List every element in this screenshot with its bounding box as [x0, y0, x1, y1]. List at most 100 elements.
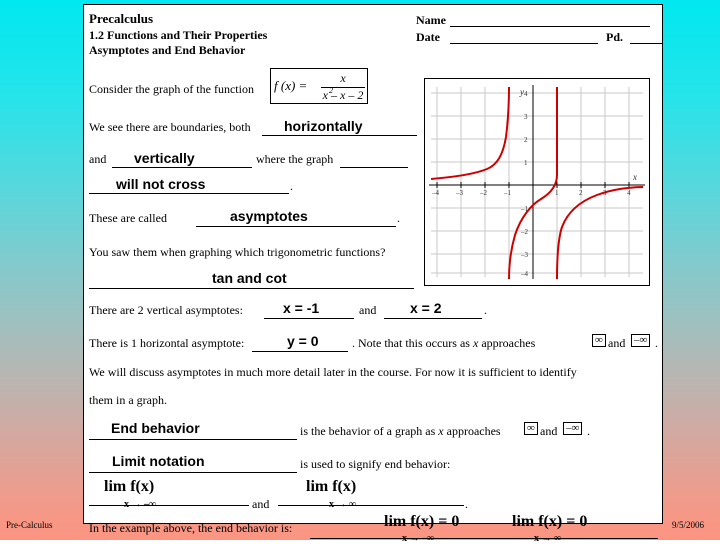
graph-svg: y x –4 –3 –2 –1 1 2 3 4 4 3 2 1 –1 –2 –3…	[429, 85, 645, 280]
answer-x-equals-neg1: x = -1	[283, 300, 320, 316]
answer-blank-13[interactable]	[310, 538, 658, 539]
answer-will-not-cross: will not cross	[116, 176, 206, 192]
answer-blank-8[interactable]	[252, 351, 348, 352]
name-blank[interactable]	[450, 26, 650, 27]
date-blank[interactable]	[450, 43, 598, 44]
infinity-negative: –∞	[631, 334, 651, 347]
example-end-behavior-text: In the example above, the end behavior i…	[89, 521, 293, 535]
svg-text:–1: –1	[520, 205, 529, 213]
note-text-b: approaches	[481, 336, 536, 350]
end-behavior-var-x: x	[438, 424, 444, 438]
limit-expression-1-sub: x → –∞	[124, 499, 157, 510]
boundaries-text: We see there are boundaries, both	[89, 120, 251, 134]
answer-vertically: vertically	[134, 150, 195, 166]
period-2: .	[397, 211, 400, 225]
svg-text:1: 1	[524, 159, 528, 167]
and-text-1: and	[89, 152, 107, 166]
svg-text:2: 2	[579, 189, 583, 197]
formula-denominator: x – x – 2	[321, 88, 365, 103]
vertical-asymptotes-text: There are 2 vertical asymptotes:	[89, 303, 243, 317]
limit-expression-2: lim f(x)	[306, 478, 357, 495]
period-blank[interactable]	[630, 43, 662, 44]
limit-expression-1: lim f(x)	[104, 478, 155, 495]
limit-expression-3-sub: x → –∞	[402, 533, 435, 544]
svg-text:1: 1	[555, 189, 559, 197]
infinity-negative-box: –∞	[631, 334, 651, 347]
and-text-4: and	[540, 424, 558, 438]
period-5: .	[587, 424, 590, 438]
infinity-positive-box-2: ∞	[524, 422, 538, 435]
period-3: .	[484, 303, 487, 317]
formula-lhs: f (x) =	[274, 78, 308, 93]
answer-blank-1[interactable]	[262, 135, 417, 136]
infinity-positive: ∞	[592, 334, 606, 347]
svg-text:–4: –4	[520, 270, 529, 278]
answer-blank-6[interactable]	[264, 318, 354, 319]
answer-blank-10[interactable]	[89, 472, 297, 473]
trig-question-text: You saw them when graphing which trigono…	[89, 245, 386, 259]
infinity-positive-2: ∞	[524, 422, 538, 435]
where-graph-text: where the graph	[256, 152, 334, 166]
answer-blank-3[interactable]	[89, 193, 289, 194]
answer-blank-2[interactable]	[112, 167, 252, 168]
answer-y-equals-0: y = 0	[287, 333, 319, 349]
formula-denominator-exponent: 2	[329, 86, 333, 95]
infinity-negative-box-2: –∞	[563, 422, 583, 435]
limit-notation-desc: is used to signify end behavior:	[300, 457, 451, 471]
these-are-called-text: These are called	[89, 211, 167, 225]
answer-blank-3a[interactable]	[340, 167, 408, 168]
svg-text:4: 4	[627, 189, 631, 197]
section-title: 1.2 Functions and Their Properties	[89, 28, 268, 42]
answer-asymptotes: asymptotes	[230, 208, 308, 224]
svg-text:–4: –4	[431, 189, 440, 197]
svg-text:3: 3	[603, 189, 607, 197]
answer-blank-12[interactable]	[278, 505, 464, 506]
name-label: Name	[416, 13, 446, 27]
note-var-x: x	[472, 336, 479, 350]
answer-x-equals-2: x = 2	[410, 300, 442, 316]
period-1: .	[290, 179, 293, 193]
horizontal-asymptote-text: There is 1 horizontal asymptote:	[89, 336, 245, 350]
period-4: .	[655, 336, 658, 350]
svg-text:–2: –2	[520, 228, 529, 236]
footer-left: Pre-Calculus	[6, 520, 53, 530]
and-text-5: and	[252, 497, 270, 511]
answer-blank-4[interactable]	[196, 226, 396, 227]
period-6: .	[465, 497, 468, 511]
function-formula-box: f (x) = x x – x – 2 2	[270, 68, 368, 104]
limit-expression-4-sub: x → ∞	[534, 533, 562, 544]
infinity-positive-box: ∞	[592, 334, 606, 347]
svg-text:3: 3	[524, 113, 528, 121]
graph-x-label: x	[632, 172, 637, 182]
answer-blank-11[interactable]	[89, 505, 249, 506]
svg-text:–1: –1	[503, 189, 512, 197]
graph-panel: y x –4 –3 –2 –1 1 2 3 4 4 3 2 1 –1 –2 –3…	[424, 78, 650, 286]
end-behavior-desc-a: is the behavior of a graph as	[300, 424, 436, 438]
and-text-2: and	[359, 303, 377, 317]
limit-expression-3: lim f(x) = 0	[384, 513, 460, 530]
svg-text:–3: –3	[520, 251, 529, 259]
slide-background: Precalculus 1.2 Functions and Their Prop…	[0, 0, 720, 544]
answer-blank-7[interactable]	[384, 318, 482, 319]
and-text-3: and	[608, 336, 626, 350]
intro-text: Consider the graph of the function	[89, 82, 254, 96]
date-label: Date	[416, 30, 440, 44]
limit-expression-4: lim f(x) = 0	[512, 513, 588, 530]
formula-numerator: x	[340, 71, 346, 85]
discussion-text-line2: them in a graph.	[89, 393, 167, 407]
end-behavior-desc: is the behavior of a graph as x approach…	[300, 424, 501, 439]
end-behavior-desc-b: approaches	[446, 424, 501, 438]
course-title: Precalculus	[89, 11, 154, 26]
answer-blank-9[interactable]	[89, 439, 297, 440]
footer-right: 9/5/2006	[672, 520, 705, 530]
topic-title: Asymptotes and End Behavior	[89, 43, 246, 57]
svg-text:4: 4	[524, 90, 528, 98]
infinity-negative-2: –∞	[563, 422, 583, 435]
note-text-a: Note that this occurs as	[358, 336, 470, 350]
limit-expression-2-sub: x → ∞	[329, 499, 357, 510]
svg-text:–2: –2	[479, 189, 488, 197]
approach-note-a: . Note that this occurs as x approaches	[352, 336, 536, 350]
answer-end-behavior: End behavior	[111, 420, 200, 436]
svg-text:2: 2	[524, 136, 528, 144]
answer-blank-5[interactable]	[89, 288, 414, 289]
